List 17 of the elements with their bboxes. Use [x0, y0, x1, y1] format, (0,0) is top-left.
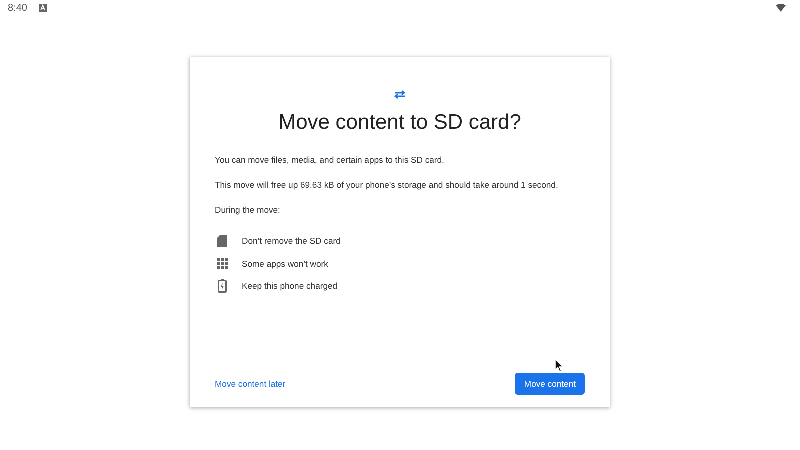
sd-card-icon [217, 235, 228, 248]
body-text: You can move files, media, and certain apps to this SD card. [215, 155, 446, 166]
move-content-button[interactable]: Move content [515, 373, 585, 395]
list-item-text: Don’t remove the SD card [242, 236, 341, 246]
notification-icon [39, 4, 48, 12]
dialog-title: Move content to SD card? [278, 111, 522, 135]
battery-charging-icon [217, 279, 228, 294]
mouse-pointer-icon [555, 359, 564, 373]
move-later-link[interactable]: Move content later [215, 379, 286, 389]
apps-grid-icon [217, 258, 228, 270]
body-text: This move will free up 69.63 kB of your phone’s storage and should take around 1 second. [215, 180, 560, 191]
list-item-text: Some apps won’t work [242, 258, 328, 269]
list-item-text: Keep this phone charged [242, 281, 338, 292]
body-text: During the move: [215, 205, 282, 216]
status-time: 8:40 [8, 2, 28, 14]
swap-arrows-icon [394, 90, 406, 99]
wifi-icon [776, 4, 786, 12]
